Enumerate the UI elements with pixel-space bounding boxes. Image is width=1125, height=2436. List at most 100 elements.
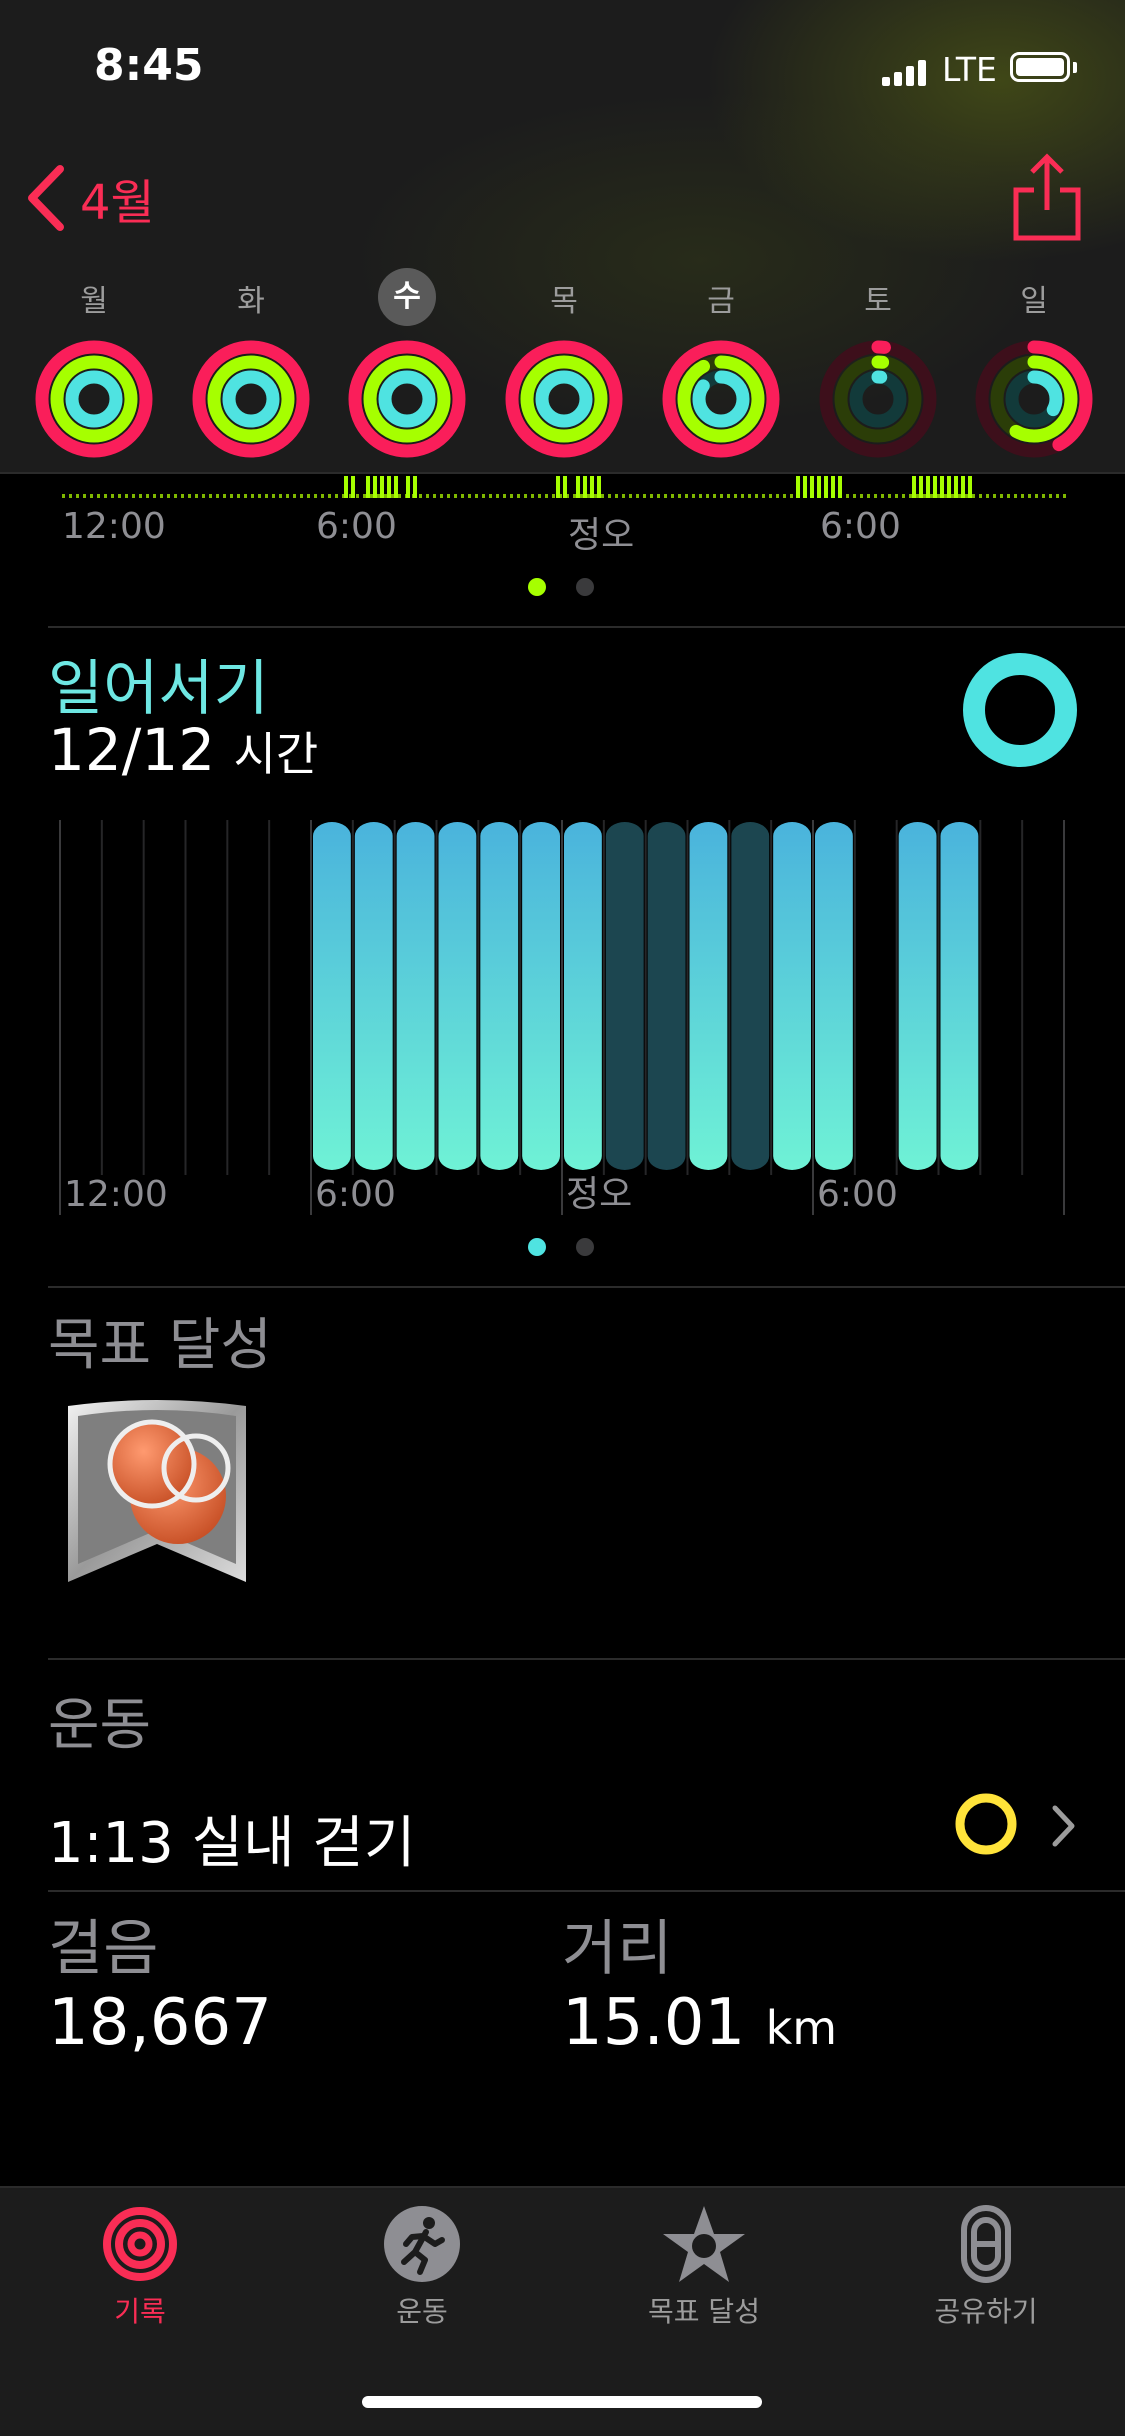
exercise-minute-dot — [419, 494, 422, 498]
page-dot[interactable] — [576, 1238, 594, 1256]
exercise-minute-dot — [853, 494, 856, 498]
workout-row[interactable]: 1:13 실내 걷기 — [0, 1768, 1125, 1888]
exercise-minute-dot — [335, 494, 338, 498]
star-badge-icon — [663, 2206, 745, 2282]
exercise-minute-dot — [664, 494, 667, 498]
day-activity-rings[interactable] — [501, 336, 627, 462]
exercise-minute-dot — [685, 494, 688, 498]
exercise-minute-dot — [398, 494, 401, 498]
exercise-minute-dot — [531, 494, 534, 498]
exercise-minute-dot — [244, 494, 247, 498]
exercise-minute-dot — [363, 494, 366, 498]
exercise-bar — [576, 476, 580, 498]
home-indicator[interactable] — [362, 2396, 762, 2408]
section-divider — [48, 1890, 1125, 1892]
stand-ring — [535, 370, 593, 428]
exercise-minute-dot — [594, 494, 597, 498]
exercise-minute-dot — [881, 494, 884, 498]
exercise-minute-dot — [524, 494, 527, 498]
exercise-minute-dot — [139, 494, 142, 498]
day-activity-rings[interactable] — [188, 336, 314, 462]
exercise-minute-dot — [447, 494, 450, 498]
exercise-bar — [810, 476, 814, 498]
stand-ring-track — [849, 370, 907, 428]
day-activity-rings[interactable] — [658, 336, 784, 462]
stand-tick-label: 정오 — [566, 1174, 632, 1215]
back-button[interactable]: 4월 — [26, 158, 155, 238]
exercise-minute-dot — [699, 494, 702, 498]
exercise-minute-dot — [993, 494, 996, 498]
tab-achievements[interactable]: 목표 달성 — [584, 2204, 824, 2330]
tab-workouts[interactable]: 운동 — [302, 2204, 542, 2330]
running-figure-icon — [384, 2206, 460, 2282]
exercise-minute-dot — [713, 494, 716, 498]
page-dot-active[interactable] — [528, 1238, 546, 1256]
share-button[interactable] — [1012, 152, 1082, 246]
stand-value-row: 12/12 시간 — [48, 716, 318, 784]
exercise-minute-dot — [944, 494, 947, 498]
exercise-minute-dot — [132, 494, 135, 498]
exercise-minute-dot — [888, 494, 891, 498]
exercise-minute-dot — [307, 494, 310, 498]
exercise-minute-dot — [1000, 494, 1003, 498]
steps-label: 걸음 — [48, 1914, 159, 1984]
exercise-minute-dot — [188, 494, 191, 498]
cellular-signal-icon — [882, 60, 928, 86]
exercise-minute-dot — [258, 494, 261, 498]
day-activity-rings[interactable] — [815, 336, 941, 462]
page-dot-active[interactable] — [528, 578, 546, 596]
day-activity-rings[interactable] — [971, 336, 1097, 462]
day-label[interactable]: 토 — [848, 276, 908, 320]
tab-history[interactable]: 기록 — [20, 2204, 260, 2330]
exercise-minute-dot — [265, 494, 268, 498]
tab-label: 운동 — [396, 2295, 448, 2328]
stand-hour-bar — [480, 822, 519, 1170]
exercise-minute-dot — [783, 494, 786, 498]
exercise-minute-dot — [1049, 494, 1052, 498]
exercise-bar — [926, 476, 930, 498]
exercise-minute-dot — [958, 494, 961, 498]
day-label[interactable]: 수 — [378, 268, 436, 326]
tab-sharing[interactable]: 공유하기 — [866, 2204, 1106, 2330]
exercise-minute-dot — [216, 494, 219, 498]
exercise-bar — [831, 476, 835, 498]
exercise-minute-dot — [601, 494, 604, 498]
stand-hour-bar — [898, 822, 937, 1170]
day-activity-rings[interactable] — [344, 336, 470, 462]
exercise-minute-dot — [930, 494, 933, 498]
exercise-minute-dot — [160, 494, 163, 498]
exercise-minute-dot — [475, 494, 478, 498]
exercise-minute-dot — [1042, 494, 1045, 498]
exercise-bar — [968, 476, 972, 498]
exercise-minute-dot — [776, 494, 779, 498]
stand-hour-bar — [731, 822, 770, 1170]
exercise-minute-dot — [846, 494, 849, 498]
exercise-minute-dot — [300, 494, 303, 498]
exercise-minute-dot — [202, 494, 205, 498]
exercise-bar — [366, 476, 370, 498]
exercise-bar — [796, 476, 800, 498]
day-label[interactable]: 금 — [691, 276, 751, 320]
exercise-minute-dot — [657, 494, 660, 498]
exercise-tick-label: 6:00 — [316, 506, 397, 547]
day-label[interactable]: 목 — [534, 276, 594, 320]
achievement-badge[interactable] — [62, 1396, 252, 1602]
day-label[interactable]: 일 — [1004, 276, 1064, 320]
share-icon — [1013, 153, 1081, 241]
steps-value: 18,667 — [48, 1986, 272, 2060]
day-label[interactable]: 화 — [221, 276, 281, 320]
exercise-minute-dot — [1021, 494, 1024, 498]
exercise-bar — [590, 476, 594, 498]
page-dot[interactable] — [576, 578, 594, 596]
day-label[interactable]: 월 — [64, 276, 124, 320]
exercise-minute-dot — [83, 494, 86, 498]
exercise-minute-dot — [104, 494, 107, 498]
exercise-minute-dot — [153, 494, 156, 498]
exercise-bar — [824, 476, 828, 498]
distance-value: 15.01 — [562, 1986, 746, 2060]
exercise-minute-dot — [97, 494, 100, 498]
day-activity-rings[interactable] — [31, 336, 157, 462]
network-type: LTE — [942, 50, 997, 89]
exercise-minute-dot — [720, 494, 723, 498]
stand-chart: 12:00 6:00 정오 6:00 — [59, 820, 1065, 1215]
